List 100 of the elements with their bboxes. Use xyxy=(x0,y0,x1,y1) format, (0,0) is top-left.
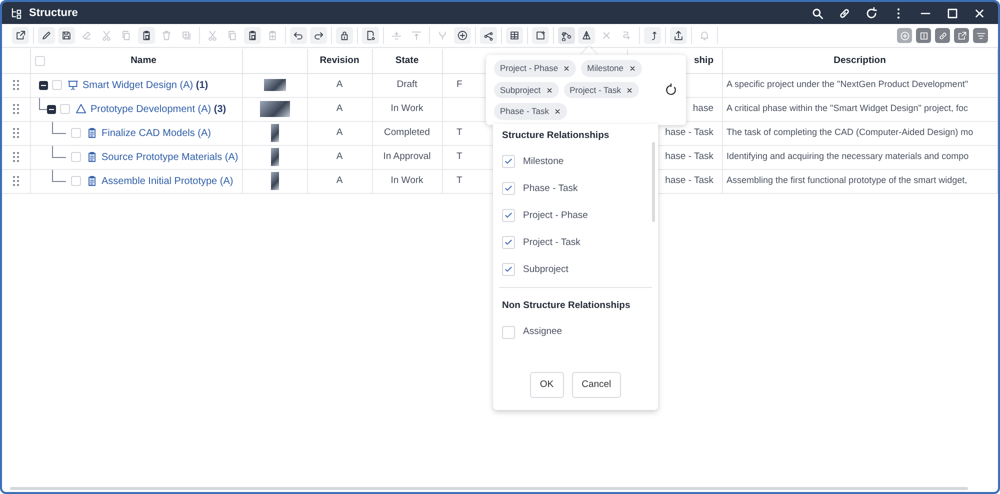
undo-button[interactable] xyxy=(290,27,307,44)
section-heading: Structure Relationships xyxy=(501,129,610,143)
drag-handle-icon[interactable] xyxy=(12,151,20,163)
redo-button[interactable] xyxy=(310,27,327,44)
option-checkbox[interactable] xyxy=(502,182,515,196)
row-checkbox[interactable] xyxy=(70,176,80,186)
window-title: Structure xyxy=(29,6,78,21)
row-checkbox[interactable] xyxy=(60,104,70,114)
share-icon xyxy=(483,30,494,41)
column-button[interactable] xyxy=(916,28,931,43)
paste-button[interactable] xyxy=(244,27,261,44)
state-cell: In Work xyxy=(390,102,424,114)
filter-chip[interactable]: Project - Phase xyxy=(494,60,576,77)
align-icon xyxy=(391,30,402,41)
state-cell: Completed xyxy=(384,126,430,138)
copy-icon xyxy=(227,30,238,41)
triangle-icon xyxy=(74,103,86,115)
drag-handle-icon[interactable] xyxy=(12,175,20,187)
drag-handle-icon[interactable] xyxy=(12,79,20,91)
reset-button[interactable] xyxy=(664,83,678,97)
drag-handle-icon[interactable] xyxy=(12,103,20,115)
option-checkbox[interactable] xyxy=(502,155,515,168)
save-icon xyxy=(61,30,72,41)
filter-chip[interactable]: Project - Task xyxy=(564,82,639,98)
column-header[interactable]: ship xyxy=(694,54,714,66)
nodes-button[interactable] xyxy=(558,27,575,44)
relationship-cell: hase - Task xyxy=(665,150,714,162)
reset-icon xyxy=(664,83,678,97)
option-checkbox[interactable] xyxy=(502,209,515,222)
share-button[interactable] xyxy=(480,27,497,44)
pencil-button[interactable] xyxy=(38,27,55,44)
hook-arrow-button[interactable] xyxy=(644,27,661,44)
filter-chip[interactable]: Subproject xyxy=(494,82,559,98)
table-cell: T xyxy=(456,150,462,162)
drag-handle-icon[interactable] xyxy=(12,127,20,139)
option-checkbox[interactable] xyxy=(502,236,515,250)
filter-chip[interactable]: Milestone xyxy=(581,60,642,77)
state-cell: In Approval xyxy=(383,150,431,162)
description-cell: A critical phase within the "Smart Widget Design" project, foc xyxy=(726,103,968,114)
close-button[interactable] xyxy=(973,6,986,20)
collapse-toggle[interactable] xyxy=(46,104,56,114)
column-icon xyxy=(918,30,928,40)
refresh-button[interactable] xyxy=(865,6,878,20)
refresh-icon xyxy=(865,6,878,20)
description-cell: Assembling the first functional prototype of the smart widget, xyxy=(726,175,968,186)
state-cell: In Work xyxy=(390,174,424,186)
filter-chip[interactable]: Phase - Task xyxy=(494,103,567,120)
table-cell: T xyxy=(456,174,462,186)
select-all-checkbox[interactable] xyxy=(34,56,44,66)
close-icon xyxy=(601,30,612,41)
table-button[interactable] xyxy=(506,27,523,44)
column-header[interactable]: State xyxy=(395,54,419,66)
option-checkbox[interactable] xyxy=(502,263,515,276)
option-checkbox[interactable] xyxy=(502,326,515,338)
filter-option[interactable]: Project - Task xyxy=(493,229,658,256)
filter-option[interactable]: Subproject xyxy=(493,256,658,284)
row-checkbox[interactable] xyxy=(70,128,80,138)
filter-button[interactable] xyxy=(973,28,988,43)
filter-option[interactable]: Assignee xyxy=(493,318,658,346)
search-button[interactable] xyxy=(811,6,824,20)
filter-option[interactable]: Milestone xyxy=(493,148,658,176)
collapse-toggle[interactable] xyxy=(38,80,48,90)
undo-icon xyxy=(293,30,304,41)
filter-option[interactable]: Project - Phase xyxy=(493,202,658,230)
thumbnail-photo xyxy=(264,79,286,91)
link-button[interactable] xyxy=(838,6,851,20)
save-button[interactable] xyxy=(58,27,75,44)
maximize-button[interactable] xyxy=(946,6,959,20)
tree-connector xyxy=(38,98,46,110)
column-header[interactable]: Description xyxy=(834,54,886,66)
revision-cell: A xyxy=(336,102,343,114)
export-button[interactable] xyxy=(12,27,29,44)
scissors-icon xyxy=(101,30,112,41)
frame-button[interactable] xyxy=(532,27,549,44)
state-cell: Draft xyxy=(396,78,418,90)
clipboard-plus-icon xyxy=(267,30,278,41)
thumbnail-photo xyxy=(260,101,290,117)
lock-button[interactable] xyxy=(336,27,353,44)
row-checkbox[interactable] xyxy=(70,152,80,162)
relationship-cell: hase xyxy=(692,102,714,114)
plus-circle-button[interactable] xyxy=(454,27,471,44)
duplicate-icon xyxy=(181,30,192,41)
ok-button[interactable]: OK xyxy=(530,372,564,398)
hierarchy-button[interactable] xyxy=(578,27,595,44)
paste-button[interactable] xyxy=(138,27,155,44)
link-icon xyxy=(838,6,851,20)
clipboard-icon xyxy=(86,175,98,187)
filter-icon xyxy=(976,30,986,40)
upload-button[interactable] xyxy=(670,27,687,44)
trash-icon xyxy=(161,30,172,41)
row-checkbox[interactable] xyxy=(52,80,62,90)
check-icon xyxy=(504,184,513,194)
tree-connector xyxy=(52,170,66,182)
document-gear-button[interactable] xyxy=(362,27,379,44)
cancel-button[interactable]: Cancel xyxy=(572,372,622,398)
relationship-cell: hase - Task xyxy=(665,126,714,138)
description-cell: A specific project under the "NextGen Product Development" xyxy=(726,79,968,90)
filter-option[interactable]: Phase - Task xyxy=(493,175,658,202)
table-cell: F xyxy=(456,78,462,90)
check-icon xyxy=(504,157,513,166)
